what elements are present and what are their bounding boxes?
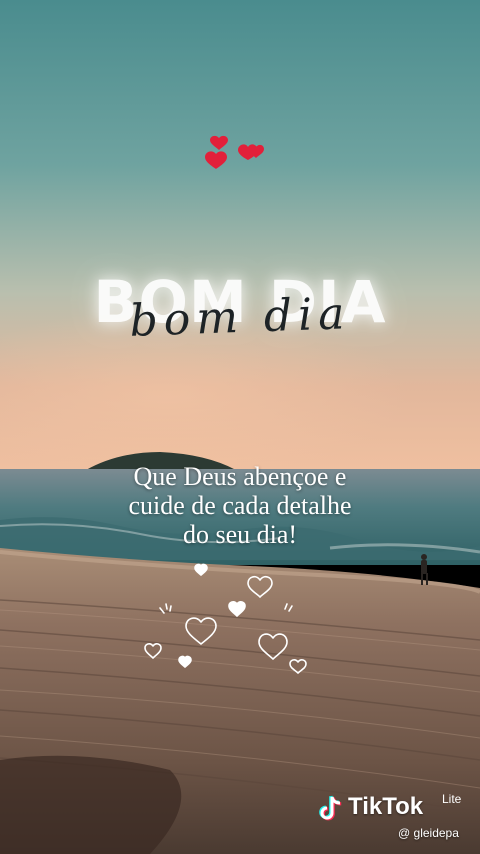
tiktok-brand-text: TikTok [348,793,424,820]
message-line: Que Deus abençoe e [133,462,347,491]
good-morning-title: BOM DIA bom dia [0,268,480,358]
tiktok-lite-label: Lite [442,792,462,806]
message-line: do seu dia! [182,520,298,549]
creator-username: @ gleidepa [398,826,459,840]
story-frame: BOM DIA bom dia Que Deus abençoe e cuide… [0,0,480,854]
blessing-message: Que Deus abençoe e cuide de cada detalhe… [60,462,420,549]
message-line: cuide de cada detalhe [128,491,352,520]
tiktok-watermark: TikTok Lite @ gleidepa [318,792,468,842]
tiktok-note-icon [319,795,342,821]
beach-photo [0,0,480,854]
